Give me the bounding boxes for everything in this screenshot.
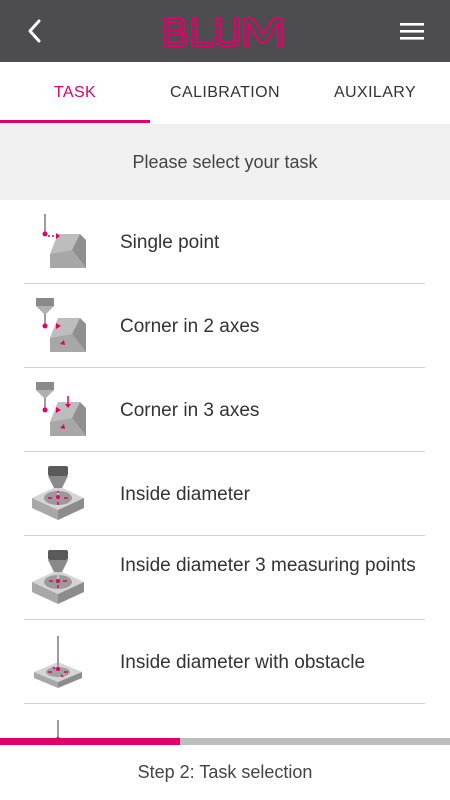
task-item-single-point[interactable]: Single point [0, 200, 450, 284]
blum-logo [160, 12, 290, 52]
corner-3-axes-icon [28, 380, 90, 442]
inside-diameter-obstacle-icon [28, 632, 90, 694]
menu-button[interactable] [398, 20, 426, 42]
single-point-icon [28, 212, 90, 274]
inside-diameter-3-points-icon [28, 548, 90, 610]
step-progress-fill [0, 738, 180, 745]
task-label: Inside diameter 3 measuring points [120, 555, 416, 576]
task-prompt: Please select your task [0, 124, 450, 200]
task-item-inside-diameter[interactable]: Inside diameter [0, 452, 450, 536]
chevron-left-icon [28, 19, 41, 43]
corner-2-axes-icon [28, 296, 90, 358]
task-item-corner-2-axes[interactable]: Corner in 2 axes [0, 284, 450, 368]
tab-auxilary[interactable]: AUXILARY [300, 62, 450, 124]
step-indicator: Step 2: Task selection [137, 762, 313, 782]
tab-bar: TASK CALIBRATION AUXILARY [0, 62, 450, 124]
app-bar [0, 0, 450, 62]
step-progress-bar [0, 738, 450, 745]
task-list[interactable]: Single point Corner in 2 axes Corner in … [0, 200, 450, 738]
task-item-inside-diameter-3-points[interactable]: Inside diameter 3 measuring points [0, 536, 450, 620]
task-item-corner-3-axes[interactable]: Corner in 3 axes [0, 368, 450, 452]
task-label: Corner in 3 axes [120, 400, 260, 421]
task-item-inside-diameter-obstacle[interactable]: Inside diameter with obstacle [0, 620, 450, 704]
back-button[interactable] [22, 16, 48, 46]
tab-calibration[interactable]: CALIBRATION [150, 62, 300, 124]
task-label: Corner in 2 axes [120, 316, 260, 337]
task-item-partial[interactable] [0, 704, 450, 738]
active-tab-indicator [0, 120, 150, 123]
tab-task[interactable]: TASK [0, 62, 150, 124]
task-label: Inside diameter [120, 484, 250, 505]
task-label: Single point [120, 232, 220, 253]
inside-diameter-icon [28, 464, 90, 526]
probe-icon [28, 716, 90, 738]
task-label: Inside diameter with obstacle [120, 652, 366, 673]
hamburger-menu-icon [400, 23, 424, 40]
